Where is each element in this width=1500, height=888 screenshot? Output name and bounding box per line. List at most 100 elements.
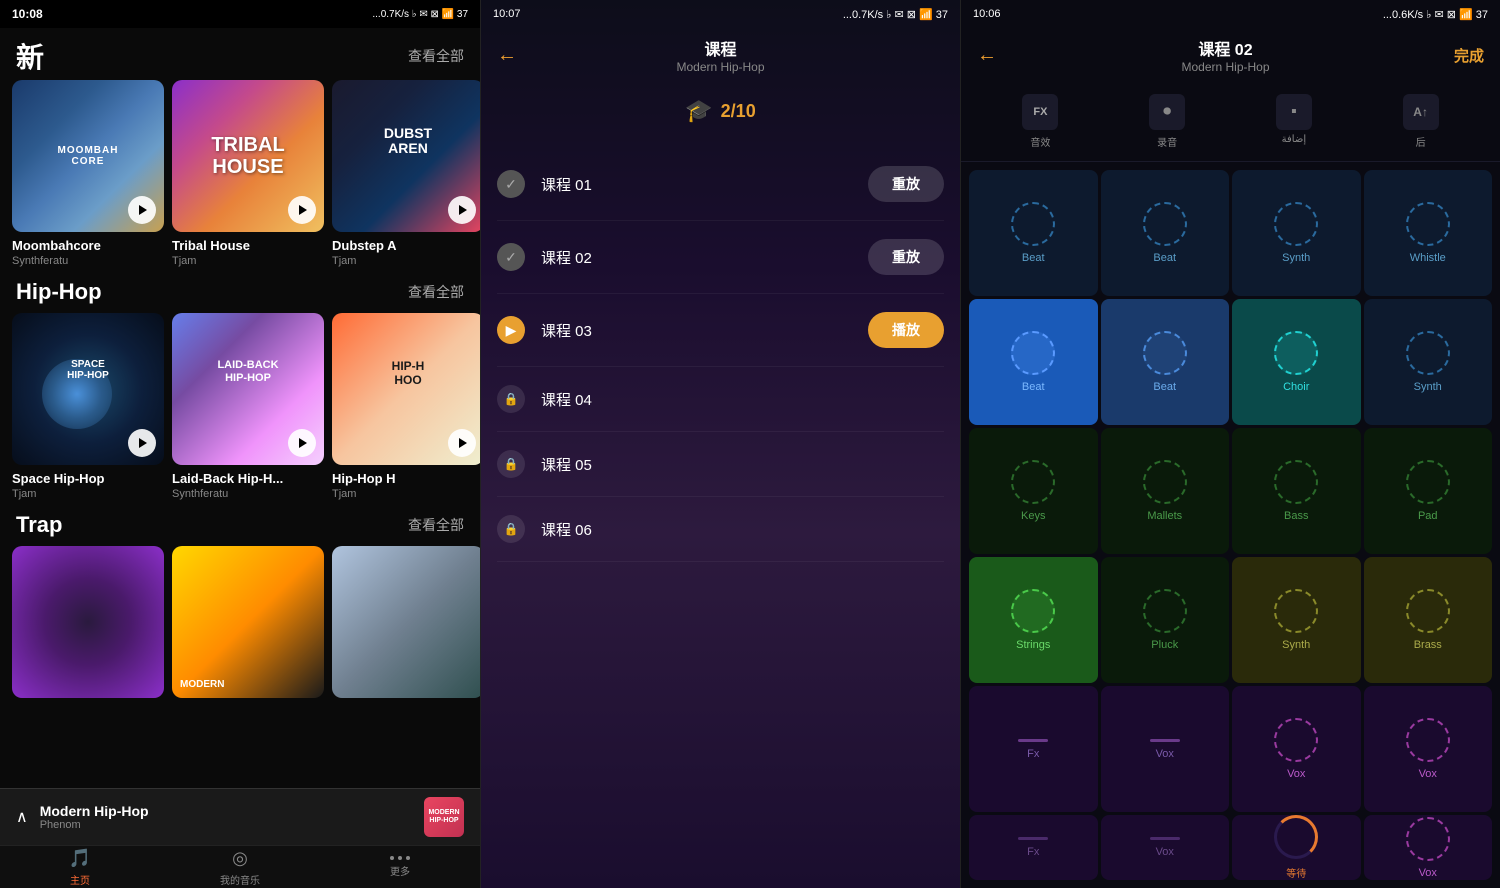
nav-mymusic[interactable]: ◎ 我的音乐 — [160, 846, 320, 888]
card-author-tribal: Tjam — [172, 255, 324, 267]
pad-label-19: Vox — [1287, 768, 1305, 780]
pad-beat-active[interactable]: Beat — [969, 299, 1098, 425]
pad-loading[interactable]: 等待 — [1232, 815, 1361, 880]
nav-more-label: 更多 — [390, 863, 410, 878]
card-author-hiphoph: Tjam — [332, 488, 480, 500]
pad-circle-1 — [1011, 202, 1055, 246]
pad-bass[interactable]: Bass — [1232, 428, 1361, 554]
bottom-player[interactable]: ∧ Modern Hip-Hop Phenom MODERNHIP-HOP 🎵 … — [0, 788, 480, 888]
fx-toolbar: FX 音效 ⏺ 录音 ▪ إضافة A↑ 后 — [961, 82, 1500, 162]
pad-label-21: Fx — [1027, 846, 1039, 858]
hiphop-section-header: Hip-Hop 查看全部 — [0, 267, 480, 313]
card-laidback[interactable]: LAID-BACKHIP-HOP Laid-Back Hip-H... Synt… — [172, 313, 324, 500]
view-all-hiphop[interactable]: 查看全部 — [408, 282, 464, 302]
course-item-4: 🔒 课程 04 — [497, 367, 944, 432]
player-text: Modern Hip-Hop Phenom — [40, 803, 412, 831]
pad-pad[interactable]: Pad — [1364, 428, 1493, 554]
pad-vox-3[interactable]: Vox — [1364, 686, 1493, 812]
pad-brass[interactable]: Brass — [1364, 557, 1493, 683]
pad-vox-4[interactable]: Vox — [1101, 815, 1230, 880]
card-name-hiphoph: Hip-Hop H — [332, 471, 480, 486]
card-trap1[interactable] — [12, 546, 164, 704]
card-tribal[interactable]: TRIBALHOUSE Tribal House Tjam — [172, 80, 324, 267]
pad-circle-12 — [1406, 460, 1450, 504]
play-hiphoph[interactable] — [448, 429, 476, 457]
fx-item-text[interactable]: A↑ 后 — [1357, 90, 1484, 153]
pad-vox-5[interactable]: Vox — [1364, 815, 1493, 880]
course-name-3: 课程 03 — [541, 320, 852, 341]
courses-back-btn[interactable]: ← — [497, 44, 517, 67]
card-trap2[interactable]: MODERN — [172, 546, 324, 704]
done-button[interactable]: 完成 — [1454, 45, 1484, 66]
pad-beat-1[interactable]: Beat — [969, 170, 1098, 296]
pad-fx-1[interactable]: Fx — [969, 686, 1098, 812]
pad-mallets[interactable]: Mallets — [1101, 428, 1230, 554]
card-space[interactable]: SPACEHIP-HOP Space Hip-Hop Tjam — [12, 313, 164, 500]
nav-home[interactable]: 🎵 主页 — [0, 846, 160, 888]
course-name-2: 课程 02 — [541, 247, 852, 268]
pad-label-14: Pluck — [1151, 639, 1178, 651]
loading-ring — [1274, 815, 1318, 859]
fx-line-3 — [1018, 837, 1048, 840]
course-item-6: 🔒 课程 06 — [497, 497, 944, 562]
pad-synth-3[interactable]: Synth — [1232, 557, 1361, 683]
fx-item-effects[interactable]: FX 音效 — [977, 90, 1104, 153]
pad-pluck[interactable]: Pluck — [1101, 557, 1230, 683]
course-btn-3[interactable]: 播放 — [868, 312, 944, 348]
fx-line-1 — [1018, 739, 1048, 742]
fx-line-4 — [1150, 837, 1180, 840]
player-expand-icon[interactable]: ∧ — [16, 807, 28, 827]
play-moombahcore[interactable] — [128, 196, 156, 224]
panel-beatpad: 10:06 ...0.6K/s ♭ ✉ ⊠ 📶 37 ← 课程 02 Moder… — [960, 0, 1500, 888]
fx-item-add[interactable]: ▪ إضافة — [1231, 90, 1358, 153]
card-moombahcore[interactable]: MOOMBAHCORE Moombahcore Synthferatu — [12, 80, 164, 267]
pad-circle-24 — [1406, 817, 1450, 861]
pad-synth-2[interactable]: Synth — [1364, 299, 1493, 425]
pad-whistle[interactable]: Whistle — [1364, 170, 1493, 296]
course-status-5: 🔒 — [497, 450, 525, 478]
card-trap3[interactable] — [332, 546, 480, 704]
trap-title: Trap — [16, 512, 62, 538]
nav-more[interactable]: 更多 — [320, 846, 480, 888]
record-icon: ⏺ — [1149, 94, 1185, 130]
card-hiphoph[interactable]: HIP-HHOO Hip-Hop H Tjam — [332, 313, 480, 500]
pad-keys[interactable]: Keys — [969, 428, 1098, 554]
play-dubstep[interactable] — [448, 196, 476, 224]
course-item-2[interactable]: ✓ 课程 02 重放 — [497, 221, 944, 294]
play-laidback[interactable] — [288, 429, 316, 457]
pad-beat-2[interactable]: Beat — [1101, 170, 1230, 296]
beatpad-back-btn[interactable]: ← — [977, 44, 997, 67]
pad-vox-2[interactable]: Vox — [1232, 686, 1361, 812]
pad-label-17: Fx — [1027, 748, 1039, 760]
pad-fx-2[interactable]: Fx — [969, 815, 1098, 880]
pad-label-6: Beat — [1153, 381, 1176, 393]
fx-item-record[interactable]: ⏺ 录音 — [1104, 90, 1231, 153]
view-all-new[interactable]: 查看全部 — [408, 46, 464, 66]
pad-label-2: Beat — [1153, 252, 1176, 264]
fx-label-text: 后 — [1416, 134, 1426, 149]
course-btn-1[interactable]: 重放 — [868, 166, 944, 202]
thumb-trap3 — [332, 546, 480, 698]
pad-label-4: Whistle — [1410, 252, 1446, 264]
courses-subtitle: Modern Hip-Hop — [517, 60, 924, 74]
pad-label-9: Keys — [1021, 510, 1045, 522]
pad-synth-1[interactable]: Synth — [1232, 170, 1361, 296]
play-space[interactable] — [128, 429, 156, 457]
pad-beat-3[interactable]: Beat — [1101, 299, 1230, 425]
card-dubstep[interactable]: DUBSTAREN Dubstep A Tjam — [332, 80, 480, 267]
course-btn-2[interactable]: 重放 — [868, 239, 944, 275]
pad-vox-1[interactable]: Vox — [1101, 686, 1230, 812]
view-all-trap[interactable]: 查看全部 — [408, 515, 464, 535]
pad-circle-3 — [1274, 202, 1318, 246]
play-tribal[interactable] — [288, 196, 316, 224]
trap2-label: MODERN — [180, 679, 224, 690]
pad-choir[interactable]: Choir — [1232, 299, 1361, 425]
pad-label-22: Vox — [1156, 846, 1174, 858]
pad-label-16: Brass — [1414, 639, 1442, 651]
course-item-3[interactable]: ▶ 课程 03 播放 — [497, 294, 944, 367]
fx-label-effects: 音效 — [1030, 134, 1050, 149]
pad-label-8: Synth — [1414, 381, 1442, 393]
pad-circle-19 — [1274, 718, 1318, 762]
course-item-1[interactable]: ✓ 课程 01 重放 — [497, 148, 944, 221]
pad-strings[interactable]: Strings — [969, 557, 1098, 683]
